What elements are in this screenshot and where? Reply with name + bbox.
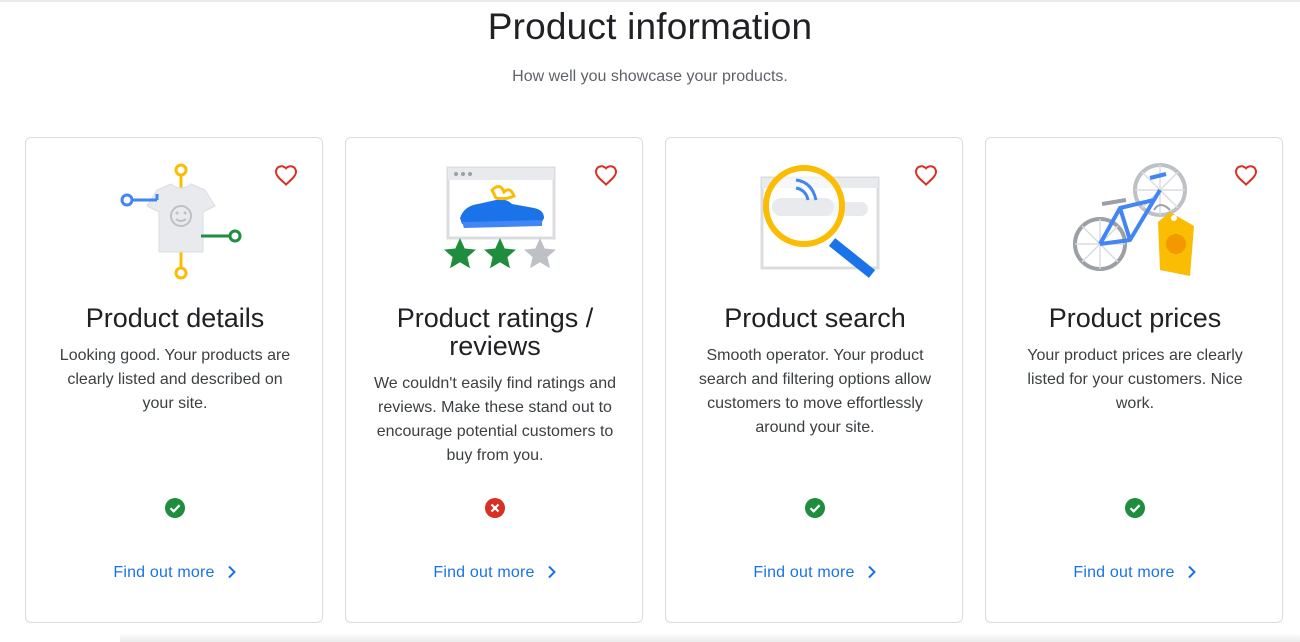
bicycle-price-tag-icon bbox=[986, 160, 1284, 284]
find-out-more-link[interactable]: Find out more bbox=[666, 564, 964, 582]
card-product-search: Product search Smooth operator. Your pro… bbox=[665, 137, 963, 623]
tshirt-icon bbox=[26, 160, 324, 284]
card-description: Your product prices are clearly listed f… bbox=[1027, 347, 1243, 412]
page-subtitle: How well you showcase your products. bbox=[512, 68, 788, 85]
card-description: We couldn't easily find ratings and revi… bbox=[373, 375, 616, 464]
chevron-right-icon bbox=[227, 565, 236, 579]
error-circle-icon bbox=[485, 498, 505, 518]
card-title: Product details bbox=[85, 303, 265, 333]
find-out-more-label: Find out more bbox=[433, 564, 535, 581]
card-title: Product ratings / reviews bbox=[396, 303, 594, 361]
card-title: Product search bbox=[724, 303, 906, 333]
find-out-more-link[interactable]: Find out more bbox=[986, 564, 1284, 582]
find-out-more-link[interactable]: Find out more bbox=[346, 564, 644, 582]
check-circle-icon bbox=[805, 498, 825, 518]
find-out-more-link[interactable]: Find out more bbox=[26, 564, 324, 582]
shoe-ratings-icon bbox=[346, 160, 644, 284]
check-circle-icon bbox=[165, 498, 185, 518]
check-circle-icon bbox=[1125, 498, 1145, 518]
chevron-right-icon bbox=[867, 565, 876, 579]
magnifier-icon bbox=[666, 160, 964, 284]
find-out-more-label: Find out more bbox=[1073, 564, 1175, 581]
top-divider bbox=[0, 0, 1300, 2]
card-title: Product prices bbox=[1048, 303, 1222, 333]
bottom-shadow bbox=[120, 633, 1300, 642]
card-description: Looking good. Your products are clearly … bbox=[59, 347, 291, 412]
card-product-ratings: Product ratings / reviews We couldn't ea… bbox=[345, 137, 643, 623]
chevron-right-icon bbox=[1187, 565, 1196, 579]
page-title: Product information bbox=[487, 6, 813, 47]
card-product-prices: Product prices Your product prices are c… bbox=[985, 137, 1283, 623]
find-out-more-label: Find out more bbox=[113, 564, 215, 581]
card-product-details: Product details Looking good. Your produ… bbox=[25, 137, 323, 623]
chevron-right-icon bbox=[547, 565, 556, 579]
find-out-more-label: Find out more bbox=[753, 564, 855, 581]
card-description: Smooth operator. Your product search and… bbox=[698, 347, 932, 436]
